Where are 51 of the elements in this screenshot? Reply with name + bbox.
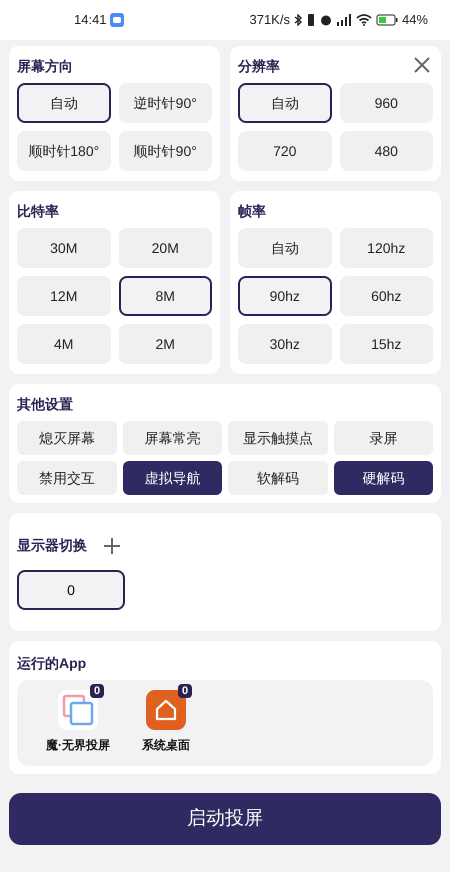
battery-icon (376, 14, 398, 26)
option-button[interactable]: 30hz (238, 324, 332, 364)
toggle-button[interactable]: 熄灭屏幕 (17, 421, 116, 455)
toggle-button[interactable]: 虚拟导航 (122, 461, 222, 495)
section-title: 运行的App (17, 654, 88, 673)
option-button[interactable]: 4M (17, 324, 110, 364)
toggle-button[interactable]: 屏幕常亮 (122, 421, 222, 455)
close-icon[interactable] (413, 56, 431, 74)
option-button[interactable]: 自动 (17, 83, 110, 123)
option-button[interactable]: 20M (118, 228, 212, 268)
network-speed: 371K/s (249, 11, 290, 30)
option-button[interactable]: 自动 (238, 83, 332, 123)
option-button[interactable]: 逆时针90° (118, 83, 212, 123)
section-title: 其他设置 (17, 395, 74, 414)
section-title: 分辨率 (238, 57, 280, 76)
option-button[interactable]: 15hz (340, 324, 433, 364)
count-badge: 0 (90, 684, 104, 698)
signal-icon (336, 14, 352, 26)
toggle-button[interactable]: 录屏 (334, 421, 433, 455)
option-button[interactable]: 12M (17, 276, 110, 316)
start-mirroring-button[interactable]: 启动投屏 (9, 793, 441, 845)
option-button[interactable]: 720 (238, 131, 332, 171)
toggle-button[interactable]: 软解码 (228, 461, 328, 495)
option-button[interactable]: 自动 (238, 228, 332, 268)
app-name[interactable]: 系统桌面 (142, 736, 190, 754)
option-button[interactable]: 顺时针180° (17, 131, 110, 171)
option-button[interactable]: 480 (340, 131, 433, 171)
toggle-button[interactable]: 硬解码 (334, 461, 433, 495)
toggle-button[interactable]: 显示触摸点 (228, 421, 328, 455)
app-name[interactable]: 魔·无界投屏 (46, 736, 110, 754)
section-title: 显示器切换 (17, 536, 87, 555)
option-button[interactable]: 2M (118, 324, 212, 364)
option-button[interactable]: 90hz (238, 276, 332, 316)
option-button[interactable]: 960 (340, 83, 433, 123)
toggle-button[interactable]: 禁用交互 (17, 461, 116, 495)
option-button[interactable]: 30M (17, 228, 110, 268)
option-button[interactable]: 120hz (340, 228, 433, 268)
section-title: 比特率 (17, 202, 59, 221)
display-button[interactable]: 0 (17, 570, 125, 610)
option-button[interactable]: 60hz (340, 276, 433, 316)
app-notification-icon (110, 13, 124, 27)
battery-level: 44% (402, 11, 428, 30)
wifi-icon (356, 14, 372, 26)
option-button[interactable]: 顺时针90° (118, 131, 212, 171)
option-button[interactable]: 8M (118, 276, 212, 316)
status-time: 14:41 (74, 11, 107, 30)
bluetooth-icon (294, 14, 302, 26)
count-badge: 0 (178, 684, 192, 698)
section-title: 屏幕方向 (17, 57, 73, 76)
add-icon[interactable] (103, 536, 121, 554)
section-title: 帧率 (238, 202, 266, 221)
